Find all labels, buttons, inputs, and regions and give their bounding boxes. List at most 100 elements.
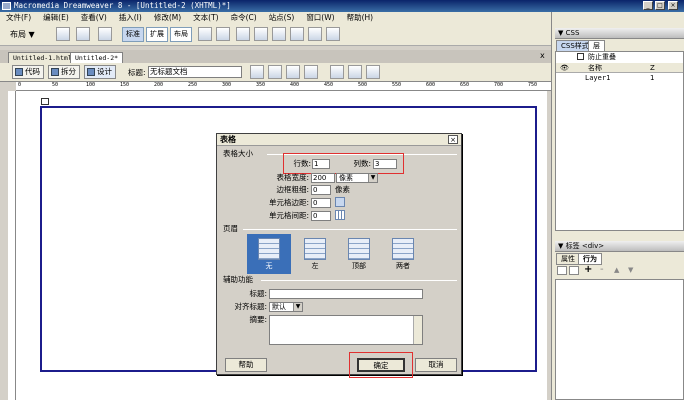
file-management-icon[interactable]: [250, 65, 264, 79]
ruler-tick: 250: [188, 82, 198, 88]
header-top-option[interactable]: 顶部: [337, 234, 381, 274]
layer-name[interactable]: Layer1: [585, 74, 610, 82]
layout-mode-button[interactable]: 布局: [170, 27, 192, 42]
layer-marker-icon[interactable]: [41, 98, 49, 105]
ruler-tick: 400: [290, 82, 300, 88]
tab-attributes[interactable]: 属性: [556, 253, 580, 265]
close-button[interactable]: ×: [668, 1, 678, 10]
menu-edit[interactable]: 编辑(E): [37, 12, 75, 24]
width-unit-select[interactable]: 像素 ▼: [336, 173, 378, 183]
header-left-icon: [304, 238, 326, 260]
document-close-icon[interactable]: x: [540, 51, 545, 60]
padding-input[interactable]: 0: [311, 198, 331, 208]
spacing-label: 单元格间距:: [268, 211, 309, 220]
ruler-tick: 0: [18, 82, 22, 88]
width-input[interactable]: 200: [311, 173, 335, 183]
frames-icon[interactable]: [236, 27, 250, 41]
help-button[interactable]: 帮助: [225, 358, 267, 372]
ruler-tick: 350: [256, 82, 266, 88]
header-both-option[interactable]: 两者: [381, 234, 425, 274]
menu-modify[interactable]: 修改(M): [148, 12, 187, 24]
debug-icon[interactable]: [286, 65, 300, 79]
header-both-label: 两者: [396, 262, 410, 270]
rows-input[interactable]: 1: [312, 159, 330, 169]
header-left-option[interactable]: 左: [293, 234, 337, 274]
prevent-overlap-checkbox[interactable]: [577, 53, 584, 60]
header-top-icon: [348, 238, 370, 260]
design-view-button[interactable]: 设计: [84, 65, 116, 79]
header-both-icon: [392, 238, 414, 260]
menu-text[interactable]: 文本(T): [187, 12, 224, 24]
expanded-mode-button[interactable]: 扩展: [146, 27, 168, 42]
split-view-button[interactable]: 拆分: [48, 65, 80, 79]
tab-untitled-2[interactable]: Untitled-2*: [70, 52, 124, 63]
tag-panel-header[interactable]: ▼ 标签 <div>: [555, 241, 684, 252]
caption-input[interactable]: [269, 289, 423, 299]
grid-icon[interactable]: [326, 27, 340, 41]
layer-draw-icon[interactable]: [290, 27, 304, 41]
menu-view[interactable]: 查看(V): [75, 12, 113, 24]
layer-icon[interactable]: [76, 27, 90, 41]
maximize-button[interactable]: □: [655, 1, 665, 10]
remove-behavior-button[interactable]: -: [600, 264, 604, 275]
view-options-icon[interactable]: [348, 65, 362, 79]
table-mode-icon[interactable]: [308, 27, 322, 41]
rows-label: 行数:: [293, 159, 311, 168]
header-none-option[interactable]: 无: [247, 234, 291, 274]
dialog-close-icon[interactable]: ×: [448, 135, 458, 144]
border-label: 边框粗细:: [276, 185, 309, 194]
move-up-icon[interactable]: ▲: [614, 266, 619, 274]
table-icon[interactable]: [56, 27, 70, 41]
cols-input[interactable]: 3: [373, 159, 397, 169]
layers-header-row: [556, 63, 683, 73]
menu-insert[interactable]: 插入(I): [113, 12, 148, 24]
cancel-button[interactable]: 取消: [415, 358, 457, 372]
padding-label: 单元格边距:: [268, 198, 309, 207]
ruler-tick: 700: [494, 82, 504, 88]
add-behavior-button[interactable]: +: [584, 264, 592, 275]
menu-file[interactable]: 文件(F): [0, 12, 37, 24]
show-all-events-icon[interactable]: [569, 266, 579, 275]
caption-label: 标题:: [249, 289, 267, 298]
summary-scrollbar[interactable]: [413, 316, 422, 344]
globe-icon[interactable]: [304, 65, 318, 79]
prevent-overlap-label: 防止重叠: [588, 53, 616, 61]
ruler-tick: 450: [324, 82, 334, 88]
iframe-icon[interactable]: [272, 27, 286, 41]
refresh-icon[interactable]: [330, 65, 344, 79]
move-down-icon[interactable]: ▼: [628, 266, 633, 274]
app-icon: [2, 2, 11, 10]
visual-aids-icon[interactable]: [366, 65, 380, 79]
split-icon: [51, 68, 59, 76]
show-set-events-icon[interactable]: [557, 266, 567, 275]
ok-button[interactable]: 确定: [357, 358, 405, 372]
ruler-tick: 650: [460, 82, 470, 88]
eye-icon: 👁: [560, 64, 569, 72]
summary-textarea[interactable]: [269, 315, 423, 345]
minimize-button[interactable]: _: [643, 1, 653, 10]
menu-window[interactable]: 窗口(W): [300, 12, 340, 24]
border-input[interactable]: 0: [311, 185, 331, 195]
menu-help[interactable]: 帮助(H): [341, 12, 380, 24]
layout-category-dropdown[interactable]: 布局 ▼: [10, 29, 35, 40]
cell-spacing-icon: [335, 210, 345, 220]
preview-icon[interactable]: [268, 65, 282, 79]
title-label: 标题:: [128, 68, 146, 77]
code-icon: [15, 68, 23, 76]
draw-layer-icon[interactable]: [216, 27, 230, 41]
tab-untitled-1[interactable]: Untitled-1.html: [8, 52, 77, 63]
ruler-tick: 300: [222, 82, 232, 88]
code-label: 代码: [25, 67, 40, 76]
css-panel-header[interactable]: ▼ CSS: [555, 28, 684, 39]
menu-site[interactable]: 站点(S): [263, 12, 301, 24]
code-view-button[interactable]: 代码: [12, 65, 44, 79]
div-icon[interactable]: [254, 27, 268, 41]
layout-table-icon[interactable]: [198, 27, 212, 41]
menu-commands[interactable]: 命令(C): [225, 12, 263, 24]
align-caption-select[interactable]: 默认 ▼: [269, 302, 303, 312]
frame-icon[interactable]: [98, 27, 112, 41]
document-title-input[interactable]: 无标题文档: [148, 66, 242, 78]
size-section-label: 表格大小: [223, 149, 253, 158]
standard-mode-button[interactable]: 标准: [122, 27, 144, 42]
spacing-input[interactable]: 0: [311, 211, 331, 221]
